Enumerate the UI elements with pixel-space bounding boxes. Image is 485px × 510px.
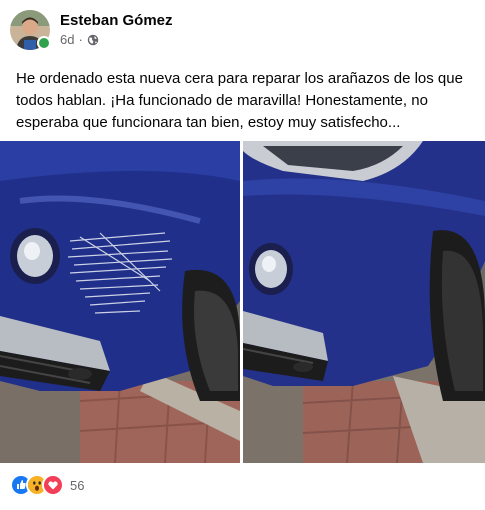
reactions-bar[interactable]: 56 [10, 474, 84, 496]
before-photo[interactable] [0, 141, 240, 463]
globe-icon[interactable] [87, 34, 99, 46]
post-time[interactable]: 6d [60, 32, 74, 47]
author-avatar[interactable] [10, 10, 51, 50]
love-icon[interactable] [42, 474, 64, 496]
post-meta: 6d · [60, 32, 99, 47]
reaction-count[interactable]: 56 [70, 478, 84, 493]
online-status-dot [37, 36, 51, 50]
post-header: Esteban Gómez 6d · [10, 10, 470, 52]
author-name[interactable]: Esteban Gómez [60, 12, 173, 29]
photo-grid [0, 141, 485, 463]
after-photo[interactable] [243, 141, 485, 463]
scratched-car-image [0, 141, 240, 463]
meta-separator: · [78, 32, 83, 47]
repaired-car-image [243, 141, 485, 463]
post-text: He ordenado esta nueva cera para reparar… [16, 70, 463, 131]
